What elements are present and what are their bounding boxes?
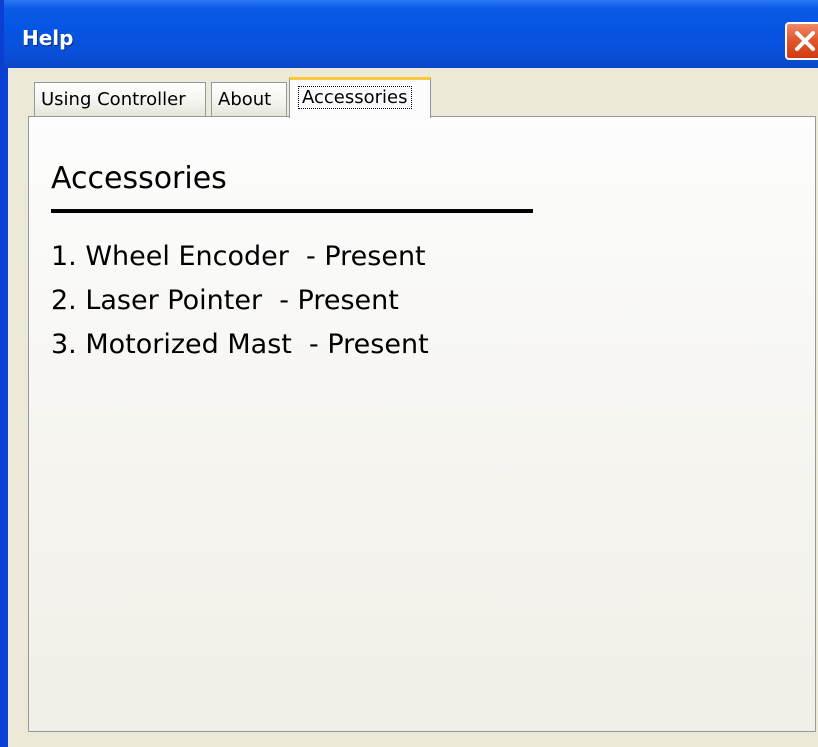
title-bar[interactable]: Help [4,0,818,68]
accessory-list: 1. Wheel Encoder - Present 2. Laser Poin… [51,239,429,371]
close-icon [795,31,815,51]
window-title: Help [22,26,74,50]
accessory-item-laser-pointer: 2. Laser Pointer - Present [51,285,399,316]
tab-panel-accessories: Accessories 1. Wheel Encoder - Present 2… [28,116,816,732]
tab-label: Using Controller [41,89,186,110]
tab-using-controller[interactable]: Using Controller [34,82,206,116]
accessory-item-wheel-encoder: 1. Wheel Encoder - Present [51,241,426,272]
tab-label: Accessories [298,86,412,109]
tab-label: About [218,89,272,110]
close-button[interactable] [785,22,818,60]
dialog-client-area: Using Controller About Accessories Acces… [8,68,818,747]
heading-underline [51,209,533,213]
content-heading: Accessories [51,161,227,196]
accessory-item-motorized-mast: 3. Motorized Mast - Present [51,329,429,360]
tab-about[interactable]: About [211,82,287,116]
tab-accessories[interactable]: Accessories [289,77,431,118]
help-window: Help Using Controller About Accessories … [0,0,818,747]
